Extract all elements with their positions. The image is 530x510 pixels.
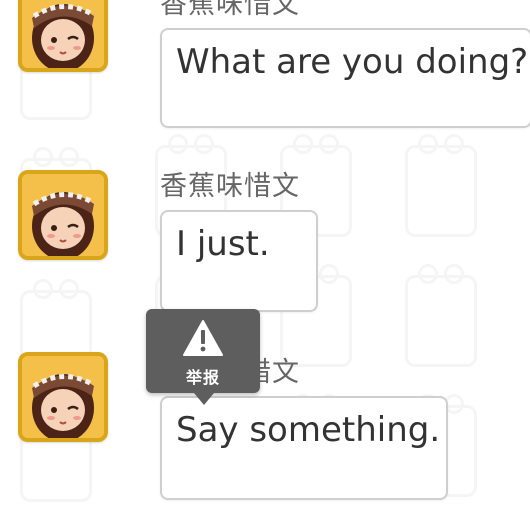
avatar-image (22, 174, 104, 256)
username: 香蕉味惜文 (160, 171, 300, 202)
avatar-image (22, 0, 104, 68)
avatar[interactable] (18, 352, 108, 442)
background-doodle (405, 264, 477, 367)
avatar-image (22, 356, 104, 438)
avatar[interactable] (18, 170, 108, 260)
message-bubble[interactable]: I just. (160, 210, 318, 312)
warning-triangle-icon (183, 320, 223, 356)
message-bubble[interactable]: Say something. (160, 396, 448, 500)
background-doodle (405, 134, 477, 237)
username: 香蕉味惜文 (160, 0, 300, 20)
message-bubble[interactable]: What are you doing? (160, 28, 530, 128)
report-label: 举报 (185, 368, 220, 387)
avatar[interactable] (18, 0, 108, 72)
report-popup[interactable]: 举报 (146, 309, 260, 405)
